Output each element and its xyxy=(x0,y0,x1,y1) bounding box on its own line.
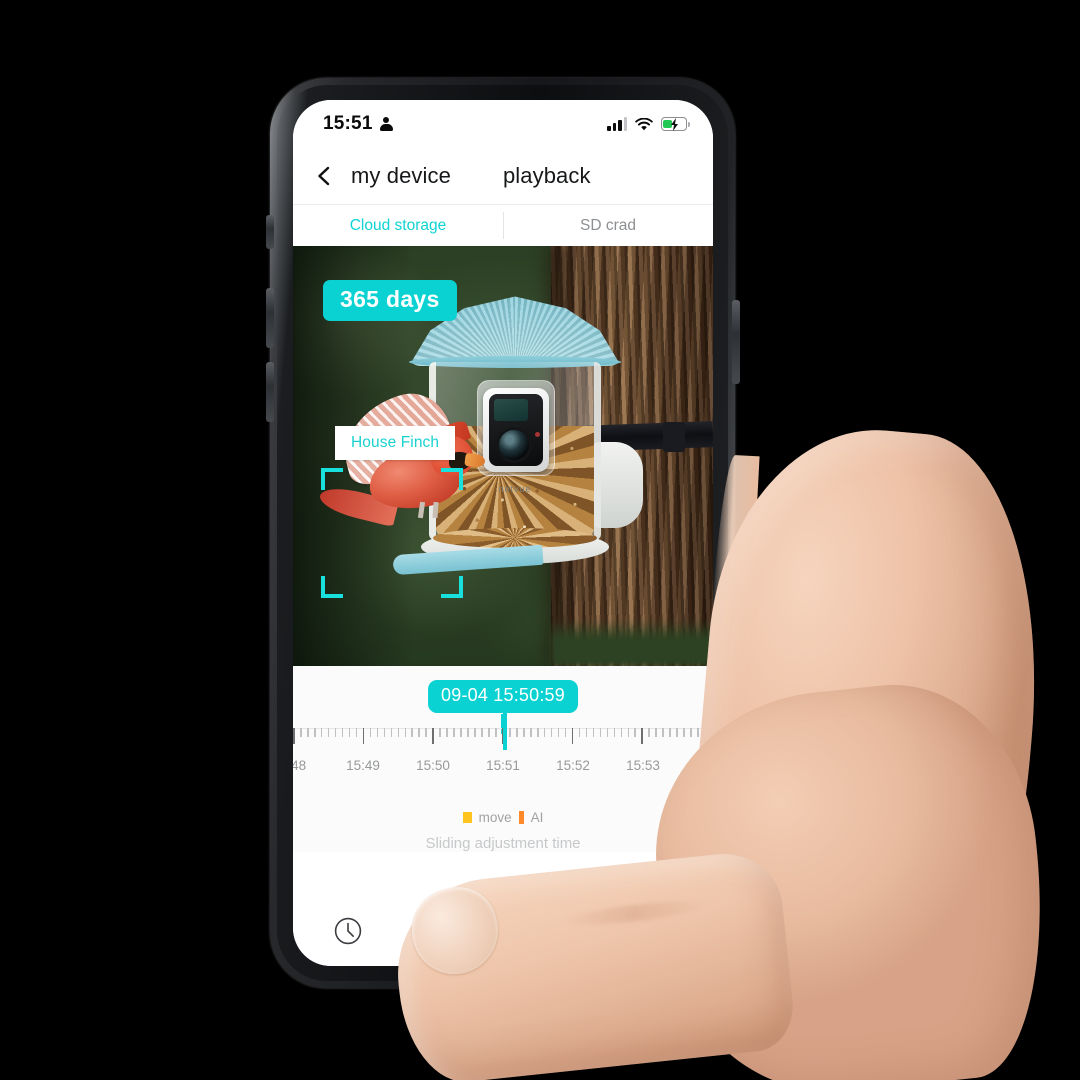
status-bar-right xyxy=(607,117,690,132)
tab-sd-card[interactable]: SD crad xyxy=(503,205,713,246)
plan-days-badge[interactable]: 365 days xyxy=(323,280,457,321)
screenshot-stage: 15:51 my device playback Cloud storage S… xyxy=(0,0,1080,1080)
status-bar: 15:51 xyxy=(293,100,713,148)
wifi-icon xyxy=(635,117,653,131)
tab-cloud-storage[interactable]: Cloud storage xyxy=(293,205,503,246)
timeline-label: 15:50 xyxy=(416,758,450,773)
camera-sensor xyxy=(494,399,528,421)
bird-beak xyxy=(464,452,486,469)
clock-icon[interactable] xyxy=(333,916,363,946)
legend-move-label: move xyxy=(478,810,512,825)
power-button[interactable] xyxy=(732,300,740,384)
legend-ai-label: AI xyxy=(530,810,544,825)
move-swatch xyxy=(462,812,472,823)
species-label: House Finch xyxy=(335,426,456,460)
status-bar-clock: 15:51 xyxy=(323,113,373,134)
battery-charging-icon xyxy=(661,117,690,132)
detection-bracket-icon xyxy=(321,468,463,598)
timeline-playhead[interactable] xyxy=(503,702,507,750)
camera-indicator-led xyxy=(535,432,540,437)
phone-screen: 15:51 my device playback Cloud storage S… xyxy=(293,100,713,966)
timeline-ruler[interactable] xyxy=(293,702,713,754)
timeline-label: 15:51 xyxy=(486,758,520,773)
status-bar-left: 15:51 xyxy=(323,113,393,135)
page-title: my device xyxy=(351,163,451,188)
person-icon xyxy=(379,116,393,132)
back-chevron-icon[interactable] xyxy=(313,165,335,187)
bottom-toolbar xyxy=(293,896,713,966)
timeline-label: 15:53 xyxy=(626,758,660,773)
video-player[interactable]: netvue 365 days House Finch xyxy=(293,246,713,666)
storage-tabs: Cloud storage SD crad xyxy=(293,204,713,246)
sliding-hint-text: Sliding adjustment time xyxy=(425,835,581,852)
timeline-labels: 5:48 15:49 15:50 15:51 15:52 15:53 15:5 xyxy=(293,754,713,784)
volume-up-button[interactable] xyxy=(266,288,274,348)
timeline-label: 5:48 xyxy=(293,758,307,773)
camera-lens xyxy=(499,430,529,460)
timeline-label: 15:5 xyxy=(699,758,713,773)
cellular-signal-icon xyxy=(607,117,627,131)
silent-switch[interactable] xyxy=(266,215,274,249)
timeline-panel: 09-04 15:50:59 5:4815:4915:5015:5115:521… xyxy=(293,666,713,852)
ai-swatch xyxy=(518,811,524,824)
timeline-label: 15:49 xyxy=(346,758,380,773)
grass-blur xyxy=(551,620,713,666)
navigation-header: my device playback xyxy=(293,148,713,204)
page-subtitle: playback xyxy=(502,163,591,188)
timeline-legend: move AI xyxy=(293,810,713,825)
volume-down-button[interactable] xyxy=(266,362,274,422)
strap-buckle xyxy=(663,422,685,452)
timeline-label: 15:52 xyxy=(556,758,590,773)
